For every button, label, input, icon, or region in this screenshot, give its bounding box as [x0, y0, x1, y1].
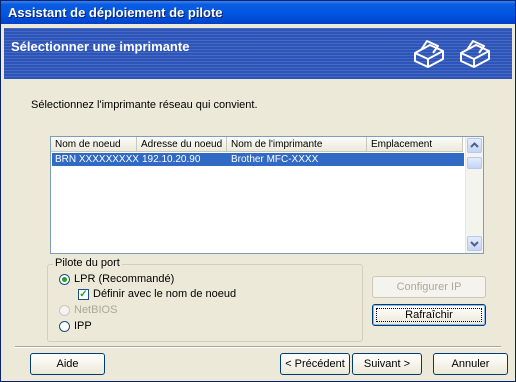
printer-icon	[414, 40, 444, 68]
define-node-checkbox[interactable]: ✓	[78, 289, 89, 300]
title-bar[interactable]: Assistant de déploiement de pilote	[1, 1, 515, 24]
column-header-printer-name[interactable]: Nom de l'imprimante	[227, 137, 367, 152]
footer-separator	[15, 346, 501, 348]
list-header: Nom de noeud Adresse du noeud Nom de l'i…	[51, 137, 463, 152]
window-title: Assistant de déploiement de pilote	[8, 5, 223, 20]
printer-list[interactable]: Nom de noeud Adresse du noeud Nom de l'i…	[50, 136, 484, 254]
ipp-radio-label[interactable]: IPP	[74, 320, 92, 332]
cancel-button[interactable]: Annuler	[433, 353, 508, 375]
chevron-down-icon	[470, 241, 479, 247]
lpr-radio[interactable]	[59, 274, 70, 285]
cell-node-name: BRN XXXXXXXXX	[55, 154, 139, 165]
scroll-thumb[interactable]	[467, 157, 482, 169]
configure-ip-button[interactable]: Configurer IP	[372, 276, 486, 298]
cell-printer-name: Brother MFC-XXXX	[231, 154, 319, 165]
banner-title: Sélectionner une imprimante	[11, 39, 190, 54]
scroll-up-button[interactable]	[467, 138, 482, 153]
help-button[interactable]: Aide	[30, 353, 105, 375]
previous-button[interactable]: < Précédent	[280, 353, 350, 375]
define-node-checkbox-label[interactable]: Définir avec le nom de noeud	[93, 288, 236, 300]
port-driver-group-label: Pilote du port	[53, 257, 122, 269]
netbios-radio-label[interactable]: NetBIOS	[74, 304, 117, 316]
scroll-down-button[interactable]	[467, 236, 482, 251]
wizard-header-banner: Sélectionner une imprimante	[4, 28, 512, 79]
vertical-scrollbar[interactable]	[465, 137, 483, 253]
refresh-button[interactable]: Rafraîchir	[372, 304, 486, 326]
table-row[interactable]: BRN XXXXXXXXX 192.10.20.90 Brother MFC-X…	[52, 153, 464, 166]
ipp-radio[interactable]	[59, 321, 70, 332]
instruction-text: Sélectionnez l'imprimante réseau qui con…	[31, 99, 258, 111]
column-header-location[interactable]: Emplacement	[367, 137, 463, 152]
cell-node-address: 192.10.20.90	[142, 154, 201, 165]
next-button[interactable]: Suivant >	[352, 353, 422, 375]
printer-icon	[460, 40, 490, 68]
chevron-up-icon	[470, 142, 479, 148]
focus-rectangle	[376, 308, 482, 322]
driver-deployment-wizard-window: Assistant de déploiement de pilote Sélec…	[0, 0, 516, 382]
column-header-node-name[interactable]: Nom de noeud	[51, 137, 137, 152]
lpr-radio-label[interactable]: LPR (Recommandé)	[74, 273, 174, 285]
column-header-node-address[interactable]: Adresse du noeud	[137, 137, 227, 152]
netbios-radio[interactable]	[59, 305, 70, 316]
